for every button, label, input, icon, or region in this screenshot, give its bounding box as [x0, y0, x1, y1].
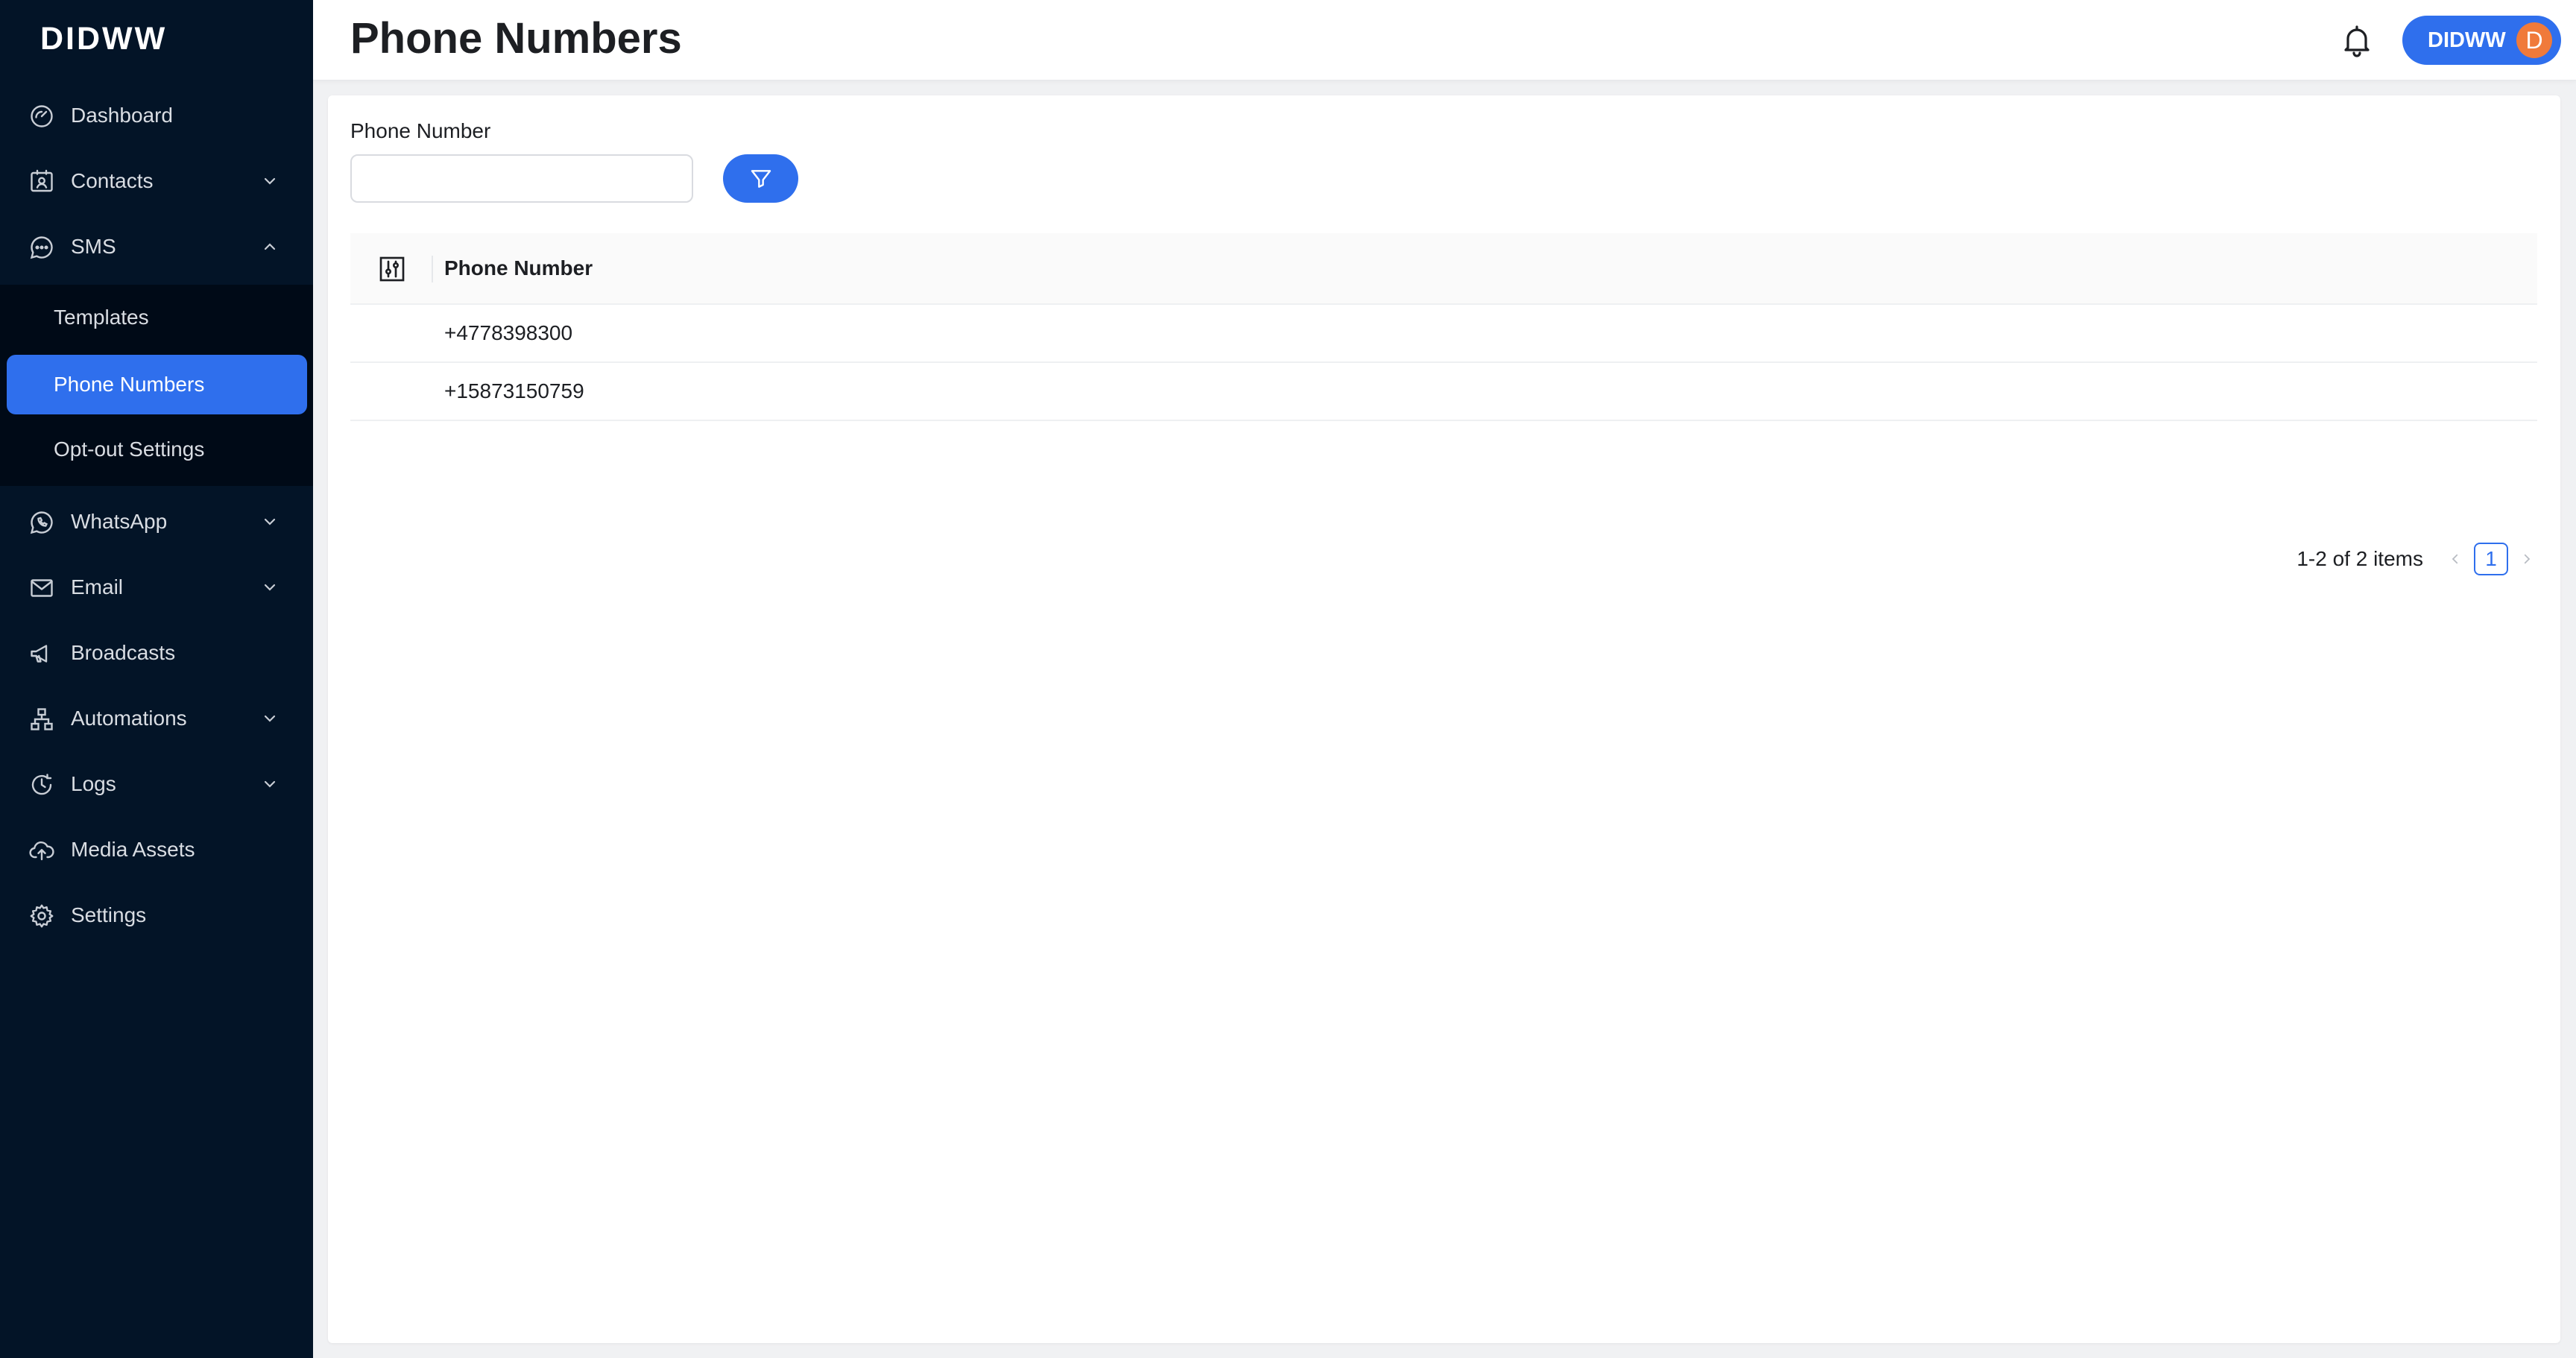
automations-icon	[28, 706, 55, 733]
sms-submenu: Templates Phone Numbers Opt-out Settings	[0, 285, 313, 486]
sidebar-item-label: Email	[71, 575, 124, 599]
pagination-range-text: 1-2 of 2 items	[2296, 547, 2423, 570]
broadcast-icon	[28, 640, 55, 667]
column-header-phone-number[interactable]: Phone Number	[444, 256, 593, 280]
column-settings-icon[interactable]	[377, 254, 407, 284]
dashboard-icon	[28, 103, 55, 130]
phone-number-cell: +4778398300	[444, 321, 573, 344]
sidebar-item-contacts[interactable]: Contacts	[0, 151, 313, 211]
sidebar-subitem-label: Opt-out Settings	[54, 438, 205, 461]
column-divider	[432, 256, 433, 282]
chevron-down-icon	[261, 513, 279, 531]
next-page-button[interactable]	[2516, 544, 2538, 574]
sidebar-subitem-label: Templates	[54, 306, 149, 329]
sidebar-item-label: Contacts	[71, 169, 154, 192]
table-row[interactable]: +4778398300	[350, 305, 2537, 363]
user-menu-button[interactable]: DIDWW D	[2402, 16, 2561, 65]
avatar: D	[2516, 22, 2552, 58]
sidebar-item-dashboard[interactable]: Dashboard	[0, 86, 313, 145]
chevron-up-icon	[261, 238, 279, 256]
sidebar-item-label: Broadcasts	[71, 641, 176, 664]
sidebar-item-broadcasts[interactable]: Broadcasts	[0, 623, 313, 683]
email-icon	[28, 575, 55, 601]
sidebar-item-label: WhatsApp	[71, 510, 168, 533]
cloud-upload-icon	[28, 837, 55, 864]
sms-icon	[28, 234, 55, 261]
top-header: Phone Numbers DIDWW D	[313, 0, 2576, 80]
sidebar-item-settings[interactable]: Settings	[0, 885, 313, 945]
sidebar-item-label: Media Assets	[71, 838, 195, 861]
apply-filter-button[interactable]	[723, 154, 798, 203]
sidebar-item-label: Automations	[71, 707, 187, 730]
phone-number-filter-input[interactable]	[350, 154, 693, 203]
chevron-down-icon	[261, 710, 279, 727]
chevron-down-icon	[261, 578, 279, 596]
sidebar-item-label: Dashboard	[71, 104, 173, 127]
sidebar-item-label: Logs	[71, 772, 116, 795]
content-card: Phone Number Phone Number +4778398300 +1…	[328, 95, 2560, 1343]
didww-logo[interactable]: DIDWW	[40, 21, 167, 57]
sidebar: DIDWW Dashboard Contacts SMS Templates P…	[0, 0, 313, 1358]
sidebar-item-label: Settings	[71, 903, 147, 926]
page-title: Phone Numbers	[350, 14, 682, 63]
phone-number-filter-label: Phone Number	[350, 119, 491, 142]
filter-icon	[749, 167, 773, 191]
phone-number-cell: +15873150759	[444, 379, 584, 402]
sidebar-item-automations[interactable]: Automations	[0, 689, 313, 748]
sidebar-subitem-label: Phone Numbers	[54, 373, 205, 396]
sidebar-item-email[interactable]: Email	[0, 558, 313, 617]
chevron-down-icon	[261, 172, 279, 190]
bell-icon[interactable]	[2339, 22, 2375, 58]
previous-page-button[interactable]	[2444, 544, 2466, 574]
chevron-down-icon	[261, 775, 279, 793]
pagination: 1-2 of 2 items 1	[2296, 543, 2538, 575]
sidebar-item-logs[interactable]: Logs	[0, 754, 313, 814]
phone-numbers-table: Phone Number +4778398300 +15873150759	[350, 233, 2537, 421]
sidebar-item-label: SMS	[71, 235, 116, 258]
logs-icon	[28, 771, 55, 798]
sidebar-subitem-phone-numbers[interactable]: Phone Numbers	[7, 355, 307, 414]
sidebar-item-media-assets[interactable]: Media Assets	[0, 820, 313, 879]
sidebar-item-sms[interactable]: SMS	[0, 217, 313, 277]
sidebar-item-whatsapp[interactable]: WhatsApp	[0, 492, 313, 552]
table-header-row: Phone Number	[350, 233, 2537, 305]
table-row[interactable]: +15873150759	[350, 363, 2537, 421]
page-number-button[interactable]: 1	[2474, 543, 2508, 575]
sidebar-subitem-templates[interactable]: Templates	[0, 288, 313, 347]
whatsapp-icon	[28, 509, 55, 536]
sidebar-subitem-opt-out-settings[interactable]: Opt-out Settings	[0, 420, 313, 479]
user-name: DIDWW	[2428, 28, 2506, 52]
contacts-icon	[28, 168, 55, 195]
gear-icon	[28, 903, 55, 929]
